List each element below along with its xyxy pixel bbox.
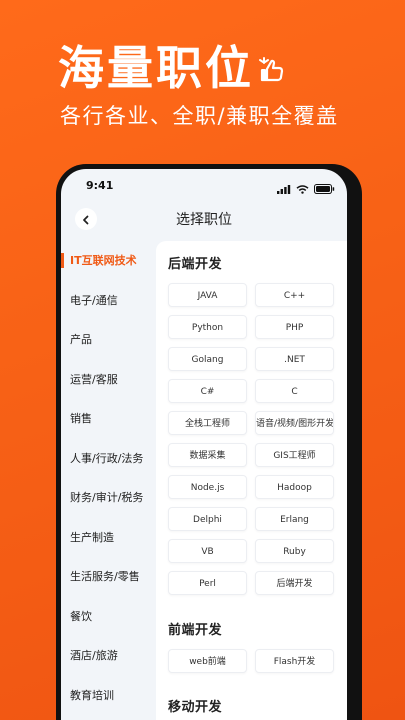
position-chip[interactable]: VB — [168, 539, 247, 563]
position-chip[interactable]: 数据采集 — [168, 443, 247, 467]
position-chip[interactable]: 全栈工程师 — [168, 411, 247, 435]
section-title-mobile: 移动开发 — [168, 700, 223, 715]
position-chip[interactable]: JAVA — [168, 283, 247, 307]
phone-screen: 9:41 选择职位 IT互联网技术 电子/通信 产品 运营/客服 销售 人事/行… — [61, 169, 347, 720]
section-title-frontend: 前端开发 — [168, 623, 223, 638]
chip-grid-frontend: web前端 Flash开发 — [168, 649, 336, 673]
position-chip[interactable]: Hadoop — [255, 475, 334, 499]
sidebar-item-electronics[interactable]: 电子/通信 — [61, 281, 156, 321]
wifi-icon — [296, 179, 309, 198]
position-chip[interactable]: 后端开发 — [255, 571, 334, 595]
position-chip[interactable]: C — [255, 379, 334, 403]
position-chip[interactable]: Node.js — [168, 475, 247, 499]
position-chip[interactable]: PHP — [255, 315, 334, 339]
position-chip[interactable]: Ruby — [255, 539, 334, 563]
position-chip[interactable]: web前端 — [168, 649, 247, 673]
promo-headline: 海量职位 — [58, 41, 254, 95]
position-chip[interactable]: Erlang — [255, 507, 334, 531]
sidebar-item-operations[interactable]: 运营/客服 — [61, 360, 156, 400]
position-chip[interactable]: .NET — [255, 347, 334, 371]
position-chip[interactable]: C++ — [255, 283, 334, 307]
position-chip[interactable]: Delphi — [168, 507, 247, 531]
sidebar-item-sales[interactable]: 销售 — [61, 399, 156, 439]
position-chip[interactable]: Perl — [168, 571, 247, 595]
position-chip[interactable]: C# — [168, 379, 247, 403]
promo-banner: 海量职位 各行各业、全职/兼职全覆盖 — [0, 0, 405, 160]
status-time: 9:41 — [86, 179, 114, 192]
position-chip[interactable]: Flash开发 — [255, 649, 334, 673]
nav-bar: 选择职位 — [61, 199, 347, 239]
chip-grid-backend: JAVA C++ Python PHP Golang .NET C# C 全栈工… — [168, 283, 336, 595]
position-chip[interactable]: Golang — [168, 347, 247, 371]
promo-subtitle: 各行各业、全职/兼职全覆盖 — [60, 104, 339, 128]
section-title-backend: 后端开发 — [168, 257, 223, 272]
sidebar-item-hr[interactable]: 人事/行政/法务 — [61, 439, 156, 479]
sidebar-item-services[interactable]: 生活服务/零售 — [61, 557, 156, 597]
position-chip[interactable]: 语音/视频/图形开发 — [255, 411, 334, 435]
position-chip[interactable]: GIS工程师 — [255, 443, 334, 467]
thumbs-up-icon — [258, 54, 286, 84]
sidebar-item-hotel[interactable]: 酒店/旅游 — [61, 636, 156, 676]
signal-icon — [277, 179, 291, 198]
battery-icon — [314, 179, 335, 198]
status-icons — [277, 179, 335, 198]
sidebar-item-it[interactable]: IT互联网技术 — [61, 241, 156, 281]
sidebar-item-product[interactable]: 产品 — [61, 320, 156, 360]
position-list: 后端开发 JAVA C++ Python PHP Golang .NET C# … — [156, 241, 347, 720]
position-chip[interactable]: Python — [168, 315, 247, 339]
status-bar: 9:41 — [61, 169, 347, 199]
page-title: 选择职位 — [176, 212, 232, 228]
category-sidebar: IT互联网技术 电子/通信 产品 运营/客服 销售 人事/行政/法务 财务/审计… — [61, 241, 156, 720]
sidebar-item-catering[interactable]: 餐饮 — [61, 597, 156, 637]
sidebar-item-education[interactable]: 教育培训 — [61, 676, 156, 716]
phone-frame: 9:41 选择职位 IT互联网技术 电子/通信 产品 运营/客服 销售 人事/行… — [56, 164, 362, 720]
sidebar-item-finance[interactable]: 财务/审计/税务 — [61, 478, 156, 518]
sidebar-item-manufacturing[interactable]: 生产制造 — [61, 518, 156, 558]
